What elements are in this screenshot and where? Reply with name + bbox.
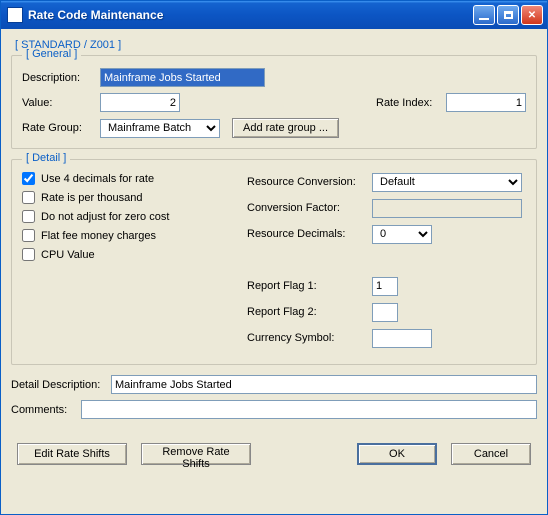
- window-controls: ✕: [473, 5, 543, 25]
- titlebar: Rate Code Maintenance ✕: [1, 1, 547, 29]
- value-input[interactable]: [100, 93, 180, 112]
- window: Rate Code Maintenance ✕ [ STANDARD / Z00…: [0, 0, 548, 515]
- resource-decimals-label: Resource Decimals:: [247, 228, 372, 240]
- flat-fee-input[interactable]: [22, 229, 35, 242]
- cpu-value-input[interactable]: [22, 248, 35, 261]
- conversion-factor-input: [372, 199, 522, 218]
- resource-conversion-select[interactable]: Default: [372, 173, 522, 192]
- rate-group-select[interactable]: Mainframe Batch: [100, 119, 220, 138]
- minimize-button[interactable]: [473, 5, 495, 25]
- app-icon: [7, 7, 23, 23]
- no-adjust-zero-input[interactable]: [22, 210, 35, 223]
- currency-symbol-input[interactable]: [372, 329, 432, 348]
- dialog-body: [ STANDARD / Z001 ] [ General ] Descript…: [1, 29, 547, 514]
- rate-index-input[interactable]: [446, 93, 526, 112]
- flat-fee-checkbox[interactable]: Flat fee money charges: [22, 229, 237, 242]
- edit-rate-shifts-button[interactable]: Edit Rate Shifts: [17, 443, 127, 465]
- comments-label: Comments:: [11, 404, 81, 416]
- detail-description-label: Detail Description:: [11, 379, 111, 391]
- rate-code-id: [ STANDARD / Z001 ]: [15, 39, 537, 51]
- report-flag-1-input[interactable]: [372, 277, 398, 296]
- add-rate-group-button[interactable]: Add rate group ...: [232, 118, 339, 138]
- detail-left: Use 4 decimals for rate Rate is per thou…: [22, 172, 237, 354]
- general-legend: [ General ]: [22, 48, 81, 60]
- report-flag-2-input[interactable]: [372, 303, 398, 322]
- resource-decimals-select[interactable]: 0: [372, 225, 432, 244]
- rate-per-thousand-checkbox[interactable]: Rate is per thousand: [22, 191, 237, 204]
- resource-conversion-label: Resource Conversion:: [247, 176, 372, 188]
- rate-group-label: Rate Group:: [22, 122, 100, 134]
- rate-per-thousand-input[interactable]: [22, 191, 35, 204]
- remove-rate-shifts-button[interactable]: Remove Rate Shifts: [141, 443, 251, 465]
- detail-right: Resource Conversion: Default Conversion …: [247, 172, 526, 354]
- detail-group: [ Detail ] Use 4 decimals for rate Rate …: [11, 159, 537, 365]
- close-button[interactable]: ✕: [521, 5, 543, 25]
- currency-symbol-label: Currency Symbol:: [247, 332, 372, 344]
- use-4-decimals-checkbox[interactable]: Use 4 decimals for rate: [22, 172, 237, 185]
- comments-input[interactable]: [81, 400, 537, 419]
- cancel-button[interactable]: Cancel: [451, 443, 531, 465]
- ok-button[interactable]: OK: [357, 443, 437, 465]
- detail-description-input[interactable]: [111, 375, 537, 394]
- general-group: [ General ] Description: Value: Rate Ind…: [11, 55, 537, 149]
- report-flag-1-label: Report Flag 1:: [247, 280, 372, 292]
- conversion-factor-label: Conversion Factor:: [247, 202, 372, 214]
- cpu-value-checkbox[interactable]: CPU Value: [22, 248, 237, 261]
- description-label: Description:: [22, 72, 100, 84]
- maximize-button[interactable]: [497, 5, 519, 25]
- report-flag-2-label: Report Flag 2:: [247, 306, 372, 318]
- description-input[interactable]: [100, 68, 265, 87]
- button-bar: Edit Rate Shifts Remove Rate Shifts OK C…: [11, 439, 537, 465]
- rate-index-label: Rate Index:: [376, 97, 446, 109]
- value-label: Value:: [22, 97, 100, 109]
- detail-legend: [ Detail ]: [22, 152, 70, 164]
- window-title: Rate Code Maintenance: [28, 8, 473, 22]
- use-4-decimals-input[interactable]: [22, 172, 35, 185]
- no-adjust-zero-checkbox[interactable]: Do not adjust for zero cost: [22, 210, 237, 223]
